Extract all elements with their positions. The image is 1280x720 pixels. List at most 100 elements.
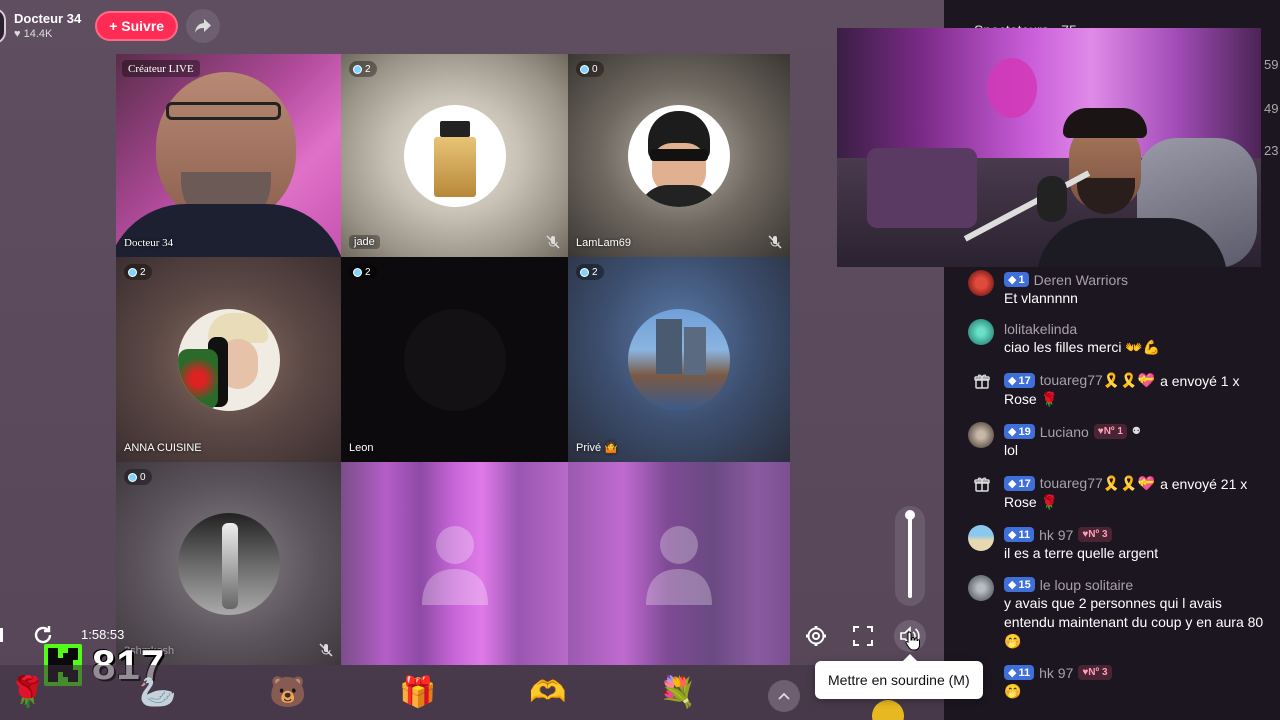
mute-tooltip: Mettre en sourdine (M)	[815, 654, 983, 699]
guest-name: LamLam69	[576, 237, 632, 249]
chat-text: Et vlannnnn	[1004, 290, 1078, 306]
empty-seat[interactable]	[341, 462, 568, 665]
expand-gifts-button[interactable]	[768, 680, 800, 712]
guest-gift-badge: 0	[124, 469, 152, 485]
volume-knob[interactable]	[905, 510, 915, 520]
heart-hands-gift-icon[interactable]: 🫶	[528, 672, 568, 712]
chat-message: ◆ 19 Luciano ♥ Nº 1 ⚉ lol	[968, 422, 1268, 460]
side-number: 59	[1264, 57, 1279, 72]
guest-tile-3shmkesh[interactable]: 0 3shmkesh	[116, 462, 341, 665]
user-avatar[interactable]	[968, 270, 994, 296]
play-progress-edge	[0, 628, 3, 642]
gift-action: a envoyé 1 x	[1160, 372, 1240, 389]
user-avatar[interactable]	[968, 319, 994, 345]
gear-icon	[806, 626, 826, 646]
gem-icon	[353, 64, 362, 74]
guest-tile-anna-cuisine[interactable]: 2 ANNA CUISINE	[116, 257, 341, 462]
fullscreen-icon	[853, 626, 873, 646]
guest-name: Leon	[349, 442, 374, 454]
level-badge: ◆ 1	[1004, 272, 1029, 287]
guest-tile-host[interactable]: Créateur LIVE Docteur 34	[116, 54, 341, 257]
guest-tile-jade[interactable]: 2 jade	[341, 54, 568, 257]
level-badge: ◆ 11	[1004, 527, 1035, 542]
gift-box-icon[interactable]: 🎁	[398, 672, 438, 712]
mic-muted-icon	[768, 235, 782, 249]
gift-icon	[974, 477, 990, 492]
guest-avatar	[628, 308, 730, 411]
chat-message: lolitakelinda ciao les filles merci 👐💪	[968, 319, 1268, 357]
gift-count: 0	[592, 63, 598, 75]
guest-avatar	[628, 104, 730, 207]
share-button[interactable]	[186, 9, 221, 43]
chat-username[interactable]: lolitakelinda	[1004, 321, 1077, 337]
stream-timer: 1:58:53	[81, 627, 125, 642]
swan-gift-icon[interactable]: 🦢	[138, 672, 178, 712]
guest-avatar	[177, 512, 280, 615]
follow-button[interactable]: + Suivre	[95, 11, 179, 41]
host-likes: ♥ 14.4K	[14, 28, 53, 40]
guest-name: ANNA CUISINE	[124, 442, 202, 454]
chat-text: lol	[1004, 442, 1019, 458]
host-info: Docteur 34 ♥ 14.4K	[14, 11, 81, 41]
gift-count: 2	[365, 63, 371, 75]
side-number: 23	[1264, 143, 1279, 158]
empty-seat-icon	[646, 525, 712, 605]
rose-gift-icon[interactable]: 🌹	[8, 672, 48, 712]
volume-slider[interactable]	[895, 506, 925, 606]
fan-badge: ♥ Nº 1	[1093, 424, 1127, 439]
empty-seat-icon	[421, 525, 488, 605]
guest-tile-leon[interactable]: 2 Leon	[341, 257, 568, 462]
bouquet-gift-icon[interactable]: 💐	[658, 672, 698, 712]
bear-gift-icon[interactable]: 🐻	[268, 672, 308, 712]
empty-seat[interactable]	[568, 462, 790, 665]
guest-tile-lamlam69[interactable]: 0 LamLam69	[568, 54, 790, 257]
gem-icon	[580, 64, 589, 74]
user-avatar[interactable]	[968, 575, 994, 601]
fan-badge: ♥ Nº 3	[1078, 665, 1112, 680]
host-likes-count: 14.4K	[23, 28, 53, 40]
guest-gift-badge: 2	[349, 61, 377, 77]
gem-icon	[580, 267, 589, 277]
guest-tile-prive[interactable]: 2 Privé 🤷	[568, 257, 790, 462]
guest-gift-badge: 2	[576, 264, 604, 280]
host-camera-figure	[116, 64, 341, 257]
chat-text: ciao les filles merci 👐💪	[1004, 339, 1161, 355]
gift-count: 2	[592, 266, 598, 278]
chat-gift-message: ◆ 17 touareg77🎗️🎗️💝 a envoyé 1 x Rose 🌹	[968, 371, 1268, 409]
chat-text: Rose 🌹	[1004, 494, 1059, 510]
refresh-icon[interactable]	[32, 624, 54, 646]
guest-avatar	[177, 308, 280, 411]
gift-action: a envoyé 21 x	[1160, 475, 1248, 492]
chat-username[interactable]: touareg77🎗️🎗️💝	[1040, 372, 1155, 389]
host-bar: Docteur 34 ♥ 14.4K + Suivre	[0, 6, 221, 46]
gem-icon	[128, 267, 137, 277]
chat-username[interactable]: Luciano	[1040, 424, 1089, 440]
user-avatar[interactable]	[968, 525, 994, 551]
chat-username[interactable]: hk 97	[1039, 527, 1073, 543]
guest-gift-badge: 0	[576, 61, 604, 77]
chat-text: y avais que 2 personnes qui l avais ente…	[1004, 595, 1264, 649]
gift-count: 2	[365, 266, 371, 278]
settings-button[interactable]	[800, 620, 832, 652]
mod-icon: ⚉	[1131, 426, 1141, 437]
chat-gift-message: ◆ 17 touareg77🎗️🎗️💝 a envoyé 21 x Rose 🌹	[968, 474, 1268, 512]
level-badge: ◆ 17	[1004, 476, 1035, 491]
mouse-cursor-icon	[905, 631, 920, 651]
level-badge: ◆ 15	[1004, 577, 1035, 592]
guest-gift-badge: 2	[124, 264, 152, 280]
user-avatar[interactable]	[968, 422, 994, 448]
chat-username[interactable]: Deren Warriors	[1034, 272, 1128, 288]
chat-text: il es a terre quelle argent	[1004, 545, 1159, 561]
chevron-up-icon	[778, 692, 790, 700]
chat-username[interactable]: touareg77🎗️🎗️💝	[1040, 475, 1155, 492]
host-avatar[interactable]	[0, 8, 6, 44]
fullscreen-button[interactable]	[847, 620, 879, 652]
fan-badge: ♥ Nº 3	[1078, 527, 1112, 542]
chat-text: Rose 🌹	[1004, 391, 1059, 407]
chat-username[interactable]: le loup solitaire	[1040, 577, 1133, 593]
creator-live-badge: Créateur LIVE	[122, 60, 200, 77]
host-name[interactable]: Docteur 34	[14, 11, 81, 27]
chat-username[interactable]: hk 97	[1039, 665, 1073, 681]
gift-count: 0	[140, 471, 146, 483]
gift-icon	[974, 374, 990, 389]
